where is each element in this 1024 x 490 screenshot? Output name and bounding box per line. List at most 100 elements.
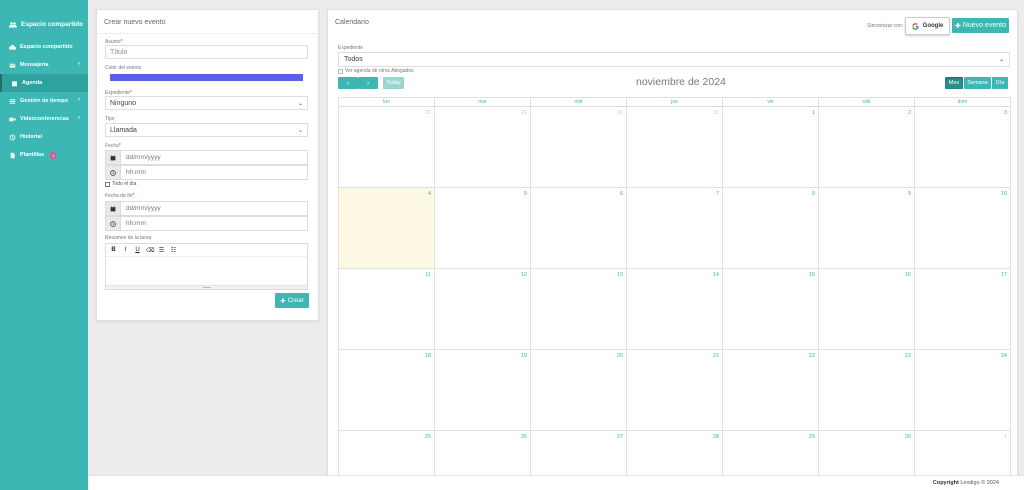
day-cell[interactable]: 29 [435, 107, 531, 187]
expediente-label: Expediente [338, 45, 364, 51]
sidebar-item-label: Gestión de tiempo [20, 98, 68, 104]
bullet-list-button[interactable]: ☰ [158, 247, 165, 254]
day-cell[interactable]: 2 [819, 107, 915, 187]
expediente-select[interactable]: Ninguno ⌄ [105, 96, 308, 110]
view-week-button[interactable]: Semana [964, 77, 991, 89]
day-cell[interactable]: 17 [915, 269, 1011, 349]
sidebar-item-label: Mensajería [20, 62, 49, 68]
color-label: Color del evento [105, 65, 142, 71]
numbered-list-button[interactable]: ☷ [170, 247, 177, 254]
day-cell[interactable]: 28 [339, 107, 435, 187]
sidebar-item-videoconferencias[interactable]: Videoconferencias ‹ [0, 110, 88, 128]
fecha-date-input[interactable]: dd/mm/yyyy [105, 150, 308, 165]
chevron-left-icon: ‹ [78, 61, 80, 67]
count-badge: 1 [50, 151, 57, 159]
day-number: 25 [424, 434, 431, 440]
week-row: 11 12 13 14 15 16 17 [338, 269, 1011, 350]
day-cell[interactable]: 7 [627, 188, 723, 268]
eraser-button[interactable]: ⌫ [146, 247, 154, 254]
required-mark: * [118, 143, 121, 149]
day-cell[interactable]: 21 [627, 350, 723, 430]
bold-button[interactable]: B [110, 247, 117, 253]
google-sync-button[interactable]: Google [905, 17, 950, 35]
day-number: 6 [619, 191, 623, 197]
clock-icon [106, 217, 121, 230]
italic-button[interactable]: I [122, 247, 129, 253]
day-cell[interactable]: 26 [435, 431, 531, 476]
day-cell[interactable]: 8 [723, 188, 819, 268]
sidebar-item-historial[interactable]: Historial [0, 128, 88, 146]
ver-agenda-checkbox[interactable] [338, 68, 343, 74]
expediente-filter-select[interactable]: Todos ⌄ [338, 52, 1010, 67]
google-icon [911, 22, 919, 30]
day-cell[interactable]: 22 [723, 350, 819, 430]
day-cell[interactable]: 30 [819, 431, 915, 476]
checkbox-label: Ver agenda de otros Abogados [345, 68, 414, 74]
sidebar-item-espacio[interactable]: Espacio compartido [0, 38, 88, 56]
button-label: Nuevo evento [962, 22, 1007, 29]
resumen-editor[interactable]: B I U ⌫ ☰ ☷ [105, 243, 308, 290]
crear-button[interactable]: ✚ Crear [275, 293, 309, 308]
day-cell[interactable]: 16 [819, 269, 915, 349]
day-cell[interactable]: 18 [339, 350, 435, 430]
chevron-down-icon: ⌄ [998, 57, 1004, 63]
view-day-button[interactable]: Día [992, 77, 1008, 89]
day-cell[interactable]: 5 [435, 188, 531, 268]
ver-agenda-row[interactable]: Ver agenda de otros Abogados [338, 68, 414, 74]
day-number: 21 [712, 353, 719, 359]
week-row: 28 29 30 31 1 2 3 [338, 107, 1011, 188]
day-cell[interactable]: 6 [531, 188, 627, 268]
day-number: 5 [523, 191, 527, 197]
next-month-button[interactable]: › [358, 77, 378, 89]
sidebar-item-agenda[interactable]: Agenda [0, 74, 88, 92]
day-cell[interactable]: 4 [339, 188, 435, 268]
today-button[interactable]: Today [383, 77, 404, 89]
sidebar-item-mensajeria[interactable]: Mensajería ‹ [0, 56, 88, 74]
todo-el-dia-row[interactable]: Todo el día [105, 181, 136, 187]
todo-el-dia-checkbox[interactable] [105, 181, 110, 187]
day-cell[interactable]: 31 [627, 107, 723, 187]
day-cell[interactable]: 24 [915, 350, 1011, 430]
week-row: 4 5 6 7 8 9 10 [338, 188, 1011, 269]
asunto-input[interactable]: Título [105, 45, 308, 59]
sidebar-item-gestion[interactable]: Gestión de tiempo ‹ [0, 92, 88, 110]
fecha-fin-date-input[interactable]: dd/mm/yyyy [105, 201, 308, 216]
underline-button[interactable]: U [134, 247, 141, 253]
day-number: 23 [904, 353, 911, 359]
day-cell[interactable]: 12 [435, 269, 531, 349]
day-cell[interactable]: 23 [819, 350, 915, 430]
day-number: 28 [712, 434, 719, 440]
fecha-fin-time-input[interactable]: hh:mm [105, 216, 308, 231]
brand[interactable]: Espacio compartido [0, 0, 88, 36]
day-cell[interactable]: 29 [723, 431, 819, 476]
day-cell[interactable]: 1 [915, 431, 1011, 476]
day-cell[interactable]: 30 [531, 107, 627, 187]
day-cell[interactable]: 14 [627, 269, 723, 349]
view-month-button[interactable]: Mes [945, 77, 963, 89]
fecha-fin-label: Fecha de fin* [105, 193, 134, 199]
day-cell[interactable]: 25 [339, 431, 435, 476]
day-cell[interactable]: 27 [531, 431, 627, 476]
fecha-time-input[interactable]: hh:mm [105, 165, 308, 180]
video-icon [9, 116, 16, 123]
sidebar: Espacio compartido Espacio compartido Me… [0, 0, 88, 490]
tipo-select[interactable]: Llamada ⌄ [105, 123, 308, 137]
color-picker[interactable] [110, 74, 303, 81]
day-number: 4 [427, 191, 431, 197]
day-cell[interactable]: 11 [339, 269, 435, 349]
day-cell[interactable]: 3 [915, 107, 1011, 187]
nuevo-evento-button[interactable]: ✚ Nuevo evento [952, 18, 1009, 33]
day-cell[interactable]: 20 [531, 350, 627, 430]
day-cell[interactable]: 9 [819, 188, 915, 268]
day-cell[interactable]: 19 [435, 350, 531, 430]
sidebar-item-plantillas[interactable]: Plantillas 1 [0, 146, 88, 164]
day-cell[interactable]: 1 [723, 107, 819, 187]
day-cell[interactable]: 10 [915, 188, 1011, 268]
month-title: noviembre de 2024 [636, 76, 726, 88]
prev-month-button[interactable]: ‹ [338, 77, 358, 89]
day-number: 30 [904, 434, 911, 440]
day-cell[interactable]: 15 [723, 269, 819, 349]
resize-handle[interactable] [106, 285, 307, 289]
day-cell[interactable]: 28 [627, 431, 723, 476]
day-cell[interactable]: 13 [531, 269, 627, 349]
